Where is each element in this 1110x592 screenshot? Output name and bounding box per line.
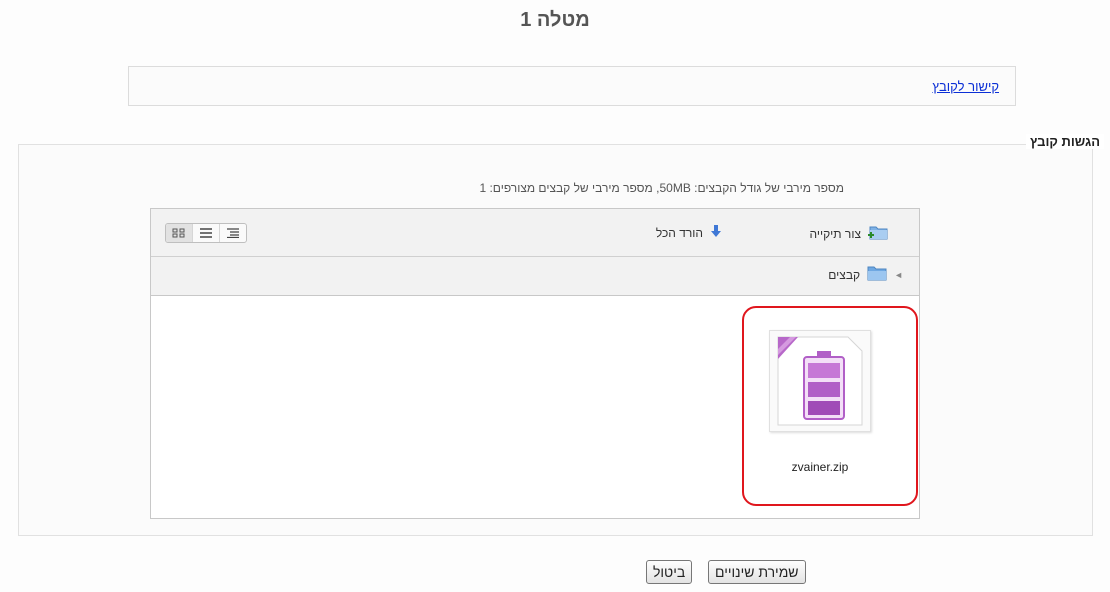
breadcrumb[interactable]: ◄ קבצים — [828, 265, 903, 284]
file-thumbnail — [769, 330, 871, 432]
view-tree-button[interactable] — [219, 224, 246, 242]
upload-limits-text: מספר מירבי של גודל הקבצים: 50MB, מספר מי… — [479, 181, 844, 195]
breadcrumb-label: קבצים — [828, 267, 861, 282]
page-title: מטלה 1 — [520, 9, 590, 31]
file-manager-toolbar: צור תיקייה הורד הכל — [151, 209, 919, 257]
file-manager-pathbar: ◄ קבצים — [151, 257, 919, 296]
view-icons-button[interactable] — [166, 224, 192, 242]
grid-icon — [172, 228, 185, 238]
download-arrow-icon — [709, 223, 723, 242]
file-area: zvainer.zip — [151, 296, 919, 518]
file-manager: צור תיקייה הורד הכל ◄ קבצים zvainer.zip — [150, 208, 920, 519]
download-all-label: הורד הכל — [655, 225, 703, 240]
new-folder-icon — [867, 223, 889, 244]
create-folder-button[interactable]: צור תיקייה — [810, 223, 890, 244]
file-submission-legend: הגשות קובץ — [1026, 134, 1104, 149]
file-item[interactable]: zvainer.zip — [765, 330, 875, 474]
breadcrumb-arrow-icon: ◄ — [894, 269, 903, 280]
zip-archive-icon — [777, 336, 863, 426]
create-folder-label: צור תיקייה — [809, 226, 862, 241]
save-changes-button[interactable]: שמירת שינויים — [708, 560, 806, 584]
file-name: zvainer.zip — [791, 460, 849, 474]
file-link-box: קישור לקובץ — [128, 66, 1016, 106]
view-mode-toggle — [165, 223, 247, 243]
file-link[interactable]: קישור לקובץ — [932, 79, 999, 94]
folder-icon — [866, 265, 888, 284]
view-list-button[interactable] — [192, 224, 219, 242]
download-all-button[interactable]: הורד הכל — [656, 223, 723, 242]
list-icon — [200, 228, 212, 238]
cancel-button[interactable]: ביטול — [646, 560, 693, 584]
tree-icon — [227, 228, 239, 238]
